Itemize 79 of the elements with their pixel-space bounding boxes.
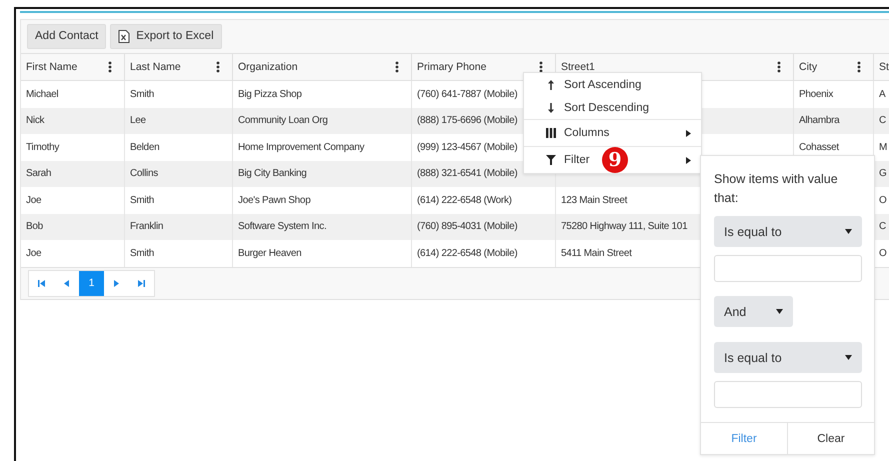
toolbar-button[interactable]: Add Contact xyxy=(27,24,106,48)
filter-prompt: Show items with value that: xyxy=(714,171,839,207)
more-icon[interactable] xyxy=(108,61,112,73)
table-cell: 75280 Highway 111, Suite 101 xyxy=(561,221,688,232)
table-cell: (888) 175-6696 (Mobile) xyxy=(417,115,518,126)
table-cell: Sarah xyxy=(26,168,52,180)
table-cell: Phoenix xyxy=(799,88,834,100)
column-header[interactable]: First Name xyxy=(21,54,125,80)
table-cell: Home Improvement Company xyxy=(238,142,364,153)
table-cell: Big City Banking xyxy=(238,168,307,180)
table-cell: Bob xyxy=(26,221,43,232)
table-cell: A xyxy=(879,88,886,100)
last-page-icon xyxy=(138,280,145,286)
table-cell: C xyxy=(879,115,886,126)
column-header[interactable]: Last Name xyxy=(125,54,233,80)
toolbar-button[interactable]: Export to Excel xyxy=(110,24,222,48)
logic-dropdown[interactable]: And xyxy=(714,296,793,327)
right-triangle-icon xyxy=(114,280,119,286)
more-icon[interactable] xyxy=(777,61,781,73)
table-cell: C xyxy=(879,221,886,232)
submenu-arrow-icon xyxy=(686,130,691,136)
table-cell: 5411 Main Street xyxy=(561,248,632,259)
table-cell: G xyxy=(879,168,886,180)
menu-item[interactable]: Sort Descending xyxy=(524,96,701,119)
table-cell: O xyxy=(879,194,886,206)
columns-icon xyxy=(546,128,556,138)
table-cell: Joe xyxy=(26,194,42,206)
table-cell: (760) 895-4031 (Mobile) xyxy=(417,221,518,232)
clear-button[interactable]: Clear xyxy=(787,423,874,454)
table-cell: (614) 222-6548 (Mobile) xyxy=(417,248,518,259)
table-cell: (888) 321-6541 (Mobile) xyxy=(417,168,518,180)
table-cell: Smith xyxy=(130,88,154,100)
table-cell: (999) 123-4567 (Mobile) xyxy=(417,142,518,153)
operator-dropdown[interactable]: Is equal to xyxy=(714,342,862,373)
table-cell: O xyxy=(879,248,886,259)
down-arrow-icon xyxy=(546,102,556,112)
caret-icon xyxy=(845,355,852,360)
table-cell: Cohasset xyxy=(799,142,839,153)
table-cell: Franklin xyxy=(130,221,164,232)
table-cell: Collins xyxy=(130,168,158,180)
caret-icon xyxy=(776,309,783,314)
spreadsheet-icon xyxy=(118,30,130,42)
table-cell: Belden xyxy=(130,142,160,153)
filter-icon xyxy=(546,155,556,165)
column-header[interactable]: St xyxy=(874,54,889,80)
table-cell: Software System Inc. xyxy=(238,221,326,232)
more-icon[interactable] xyxy=(216,61,220,73)
more-icon[interactable] xyxy=(539,61,543,73)
table-cell: (760) 641-7887 (Mobile) xyxy=(417,88,518,100)
menu-item[interactable]: Columns xyxy=(524,120,701,146)
table-cell: Joe xyxy=(26,248,42,259)
first-page-icon xyxy=(38,280,45,286)
value-input-field[interactable] xyxy=(714,381,862,408)
table-cell: Smith xyxy=(130,248,154,259)
table-cell: Big Pizza Shop xyxy=(238,88,302,100)
submenu-arrow-icon xyxy=(686,156,691,164)
table-cell: Timothy xyxy=(26,142,60,153)
table-cell: Community Loan Org xyxy=(238,115,328,126)
menu-item[interactable]: Filter 9 xyxy=(524,147,701,173)
more-icon[interactable] xyxy=(857,61,861,73)
left-triangle-icon xyxy=(64,280,69,286)
table-cell: (614) 222-6548 (Work) xyxy=(417,194,512,206)
value-input-field[interactable] xyxy=(714,255,862,282)
step-badge: 9 xyxy=(602,147,628,173)
table-cell: Burger Heaven xyxy=(238,248,302,259)
table-cell: Nick xyxy=(26,115,44,126)
table-cell: M xyxy=(879,142,888,153)
column-header[interactable]: Organization xyxy=(233,54,412,80)
table-cell: Lee xyxy=(130,115,146,126)
more-icon[interactable] xyxy=(395,61,399,73)
table-cell: 123 Main Street xyxy=(561,194,628,206)
table-cell: Michael xyxy=(26,88,58,100)
table-cell: Smith xyxy=(130,194,154,206)
operator-dropdown[interactable]: Is equal to xyxy=(714,216,862,247)
up-arrow-icon xyxy=(546,80,556,90)
caret-icon xyxy=(845,229,852,234)
table-cell: Joe's Pawn Shop xyxy=(238,194,310,206)
table-cell: Alhambra xyxy=(799,115,840,126)
column-header[interactable]: City xyxy=(794,54,874,80)
